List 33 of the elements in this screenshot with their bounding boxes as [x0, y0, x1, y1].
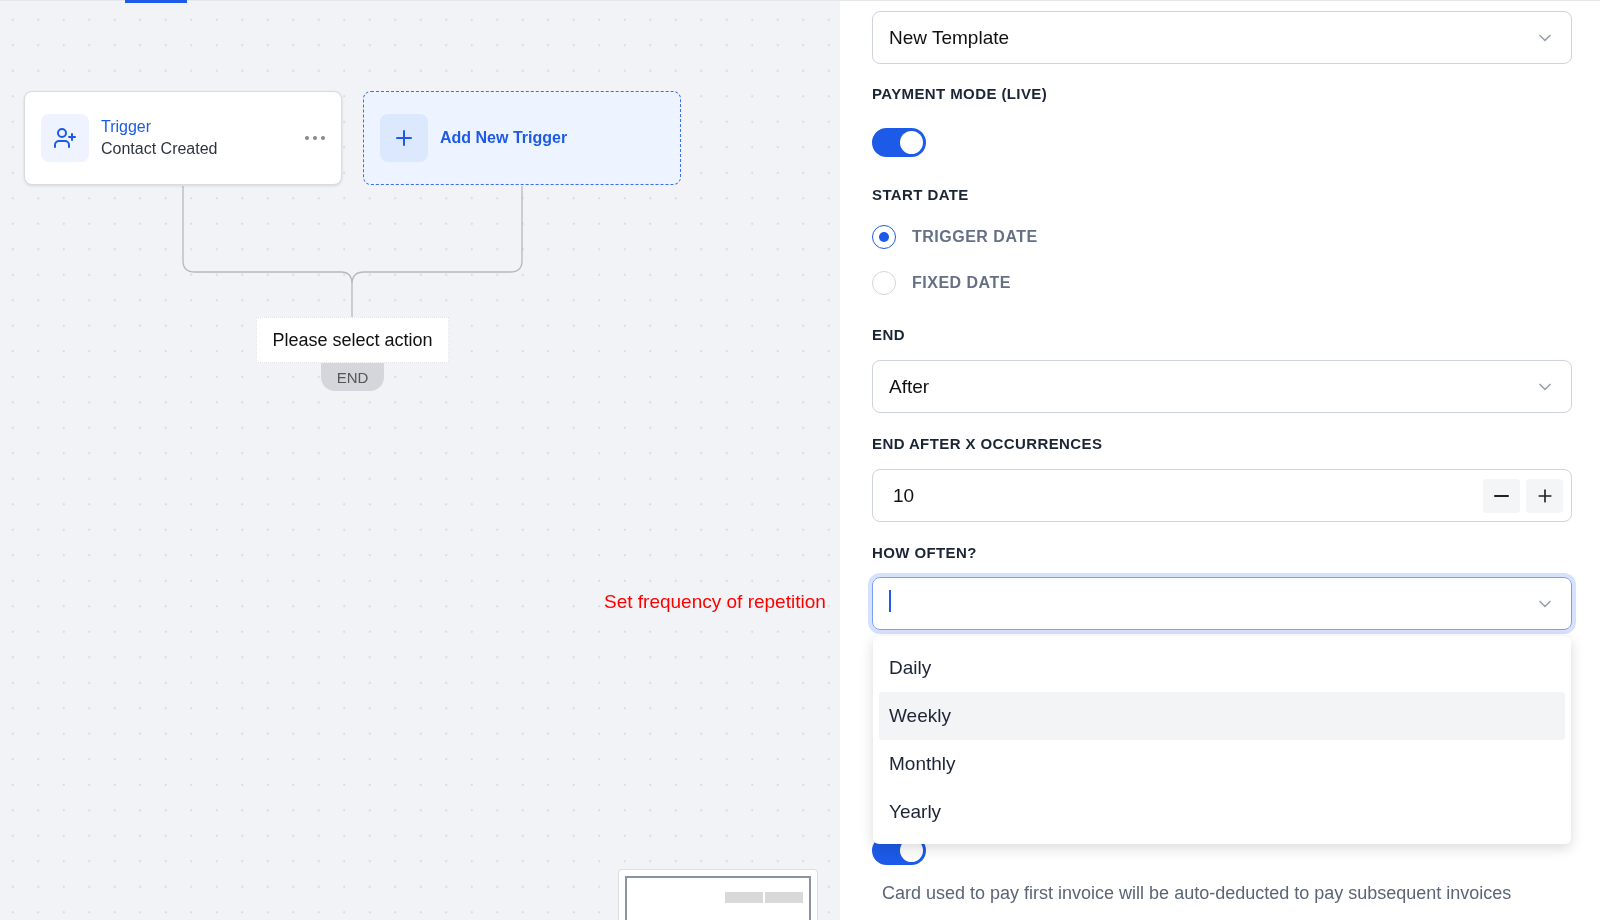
- field-label: END: [872, 326, 906, 343]
- field-label: START DATE: [872, 186, 970, 203]
- trigger-title: Trigger: [101, 118, 153, 136]
- trigger-subtitle: Contact Created: [101, 140, 219, 158]
- field-label: HOW OFTEN?: [872, 544, 978, 561]
- increment-button[interactable]: [1526, 478, 1563, 513]
- radio-label: FIXED DATE: [912, 274, 1011, 292]
- end-select[interactable]: After: [872, 360, 1572, 413]
- more-icon: [305, 136, 325, 140]
- occurrences-input[interactable]: 10: [891, 483, 1477, 508]
- field-label: END AFTER X OCCURRENCES: [872, 435, 1104, 452]
- dropdown-option[interactable]: Yearly: [879, 788, 1565, 836]
- radio-label: TRIGGER DATE: [912, 228, 1038, 246]
- add-trigger-card[interactable]: Add New Trigger: [363, 91, 681, 185]
- text-cursor: [889, 590, 891, 612]
- dropdown-option[interactable]: Daily: [879, 644, 1565, 692]
- annotation-text: Set frequency of repetition: [604, 591, 826, 613]
- tab-indicator: [125, 0, 187, 3]
- end-pill: END: [321, 363, 384, 391]
- minus-icon: [1494, 494, 1509, 497]
- field-label: PAYMENT MODE (LIVE): [872, 85, 1049, 102]
- payment-mode-toggle[interactable]: [872, 128, 926, 157]
- dropdown-option[interactable]: Weekly: [879, 692, 1565, 740]
- more-button[interactable]: [305, 136, 325, 140]
- auto-deduct-note: Card used to pay first invoice will be auto-deducted to pay subsequent invoices: [881, 883, 1513, 904]
- occurrences-field[interactable]: 10: [872, 469, 1572, 522]
- user-plus-icon: [53, 126, 77, 150]
- action-placeholder[interactable]: Please select action: [256, 317, 449, 363]
- template-select[interactable]: New Template: [872, 11, 1572, 64]
- add-trigger-label: Add New Trigger: [440, 129, 568, 147]
- dropdown-option[interactable]: Monthly: [879, 740, 1565, 788]
- decrement-button[interactable]: [1483, 478, 1520, 513]
- trigger-card[interactable]: Trigger Contact Created: [24, 91, 342, 185]
